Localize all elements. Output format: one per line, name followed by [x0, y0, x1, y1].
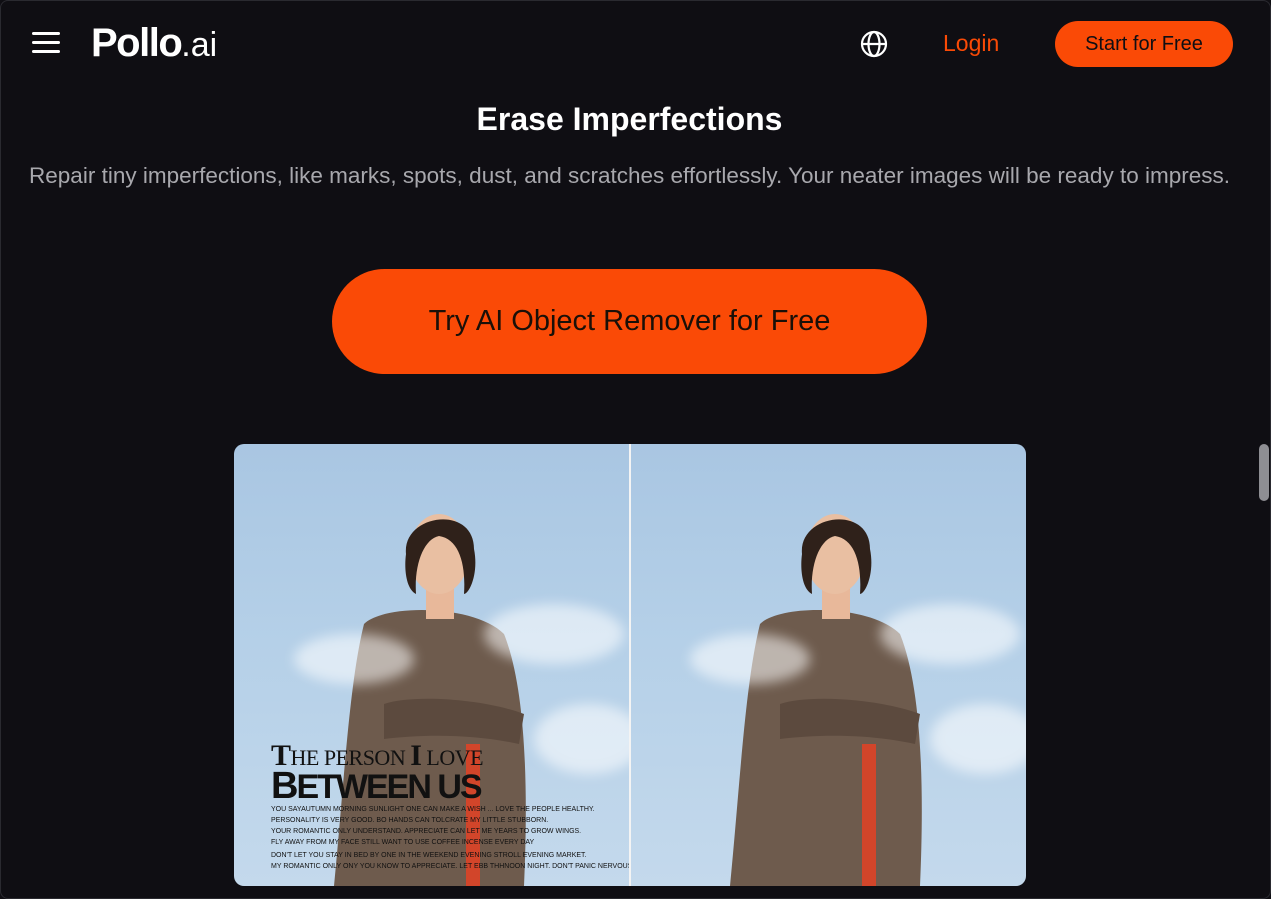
- before-image: THE PERSON I LOVE BETWEEN US YOU SAYAUTU…: [234, 444, 630, 886]
- overlay-text-1: HE PERSON: [290, 745, 411, 770]
- globe-icon[interactable]: [859, 29, 889, 59]
- overlay-small-line: MY ROMANTIC ONLY ONY YOU KNOW TO APPRECI…: [271, 863, 630, 870]
- before-after-comparison[interactable]: THE PERSON I LOVE BETWEEN US YOU SAYAUTU…: [234, 444, 1026, 886]
- overlay-text-3: ETWEEN US: [296, 768, 482, 806]
- scrollbar-thumb[interactable]: [1259, 444, 1269, 501]
- after-image: [630, 444, 1026, 886]
- menu-icon[interactable]: [32, 32, 60, 56]
- section-description: Repair tiny imperfections, like marks, s…: [29, 163, 1230, 188]
- try-object-remover-button[interactable]: Try AI Object Remover for Free: [332, 269, 927, 374]
- overlay-text-2: LOVE: [421, 745, 484, 770]
- comparison-slider-handle[interactable]: [629, 444, 631, 886]
- start-for-free-button[interactable]: Start for Free: [1055, 21, 1233, 67]
- overlay-small-line: PERSONALITY IS VERY GOOD. BO HANDS CAN T…: [271, 817, 549, 824]
- login-link[interactable]: Login: [943, 30, 999, 57]
- logo-suffix: .ai: [181, 26, 218, 64]
- overlay-small-line: YOUR ROMANTIC ONLY UNDERSTAND. APPRECIAT…: [271, 828, 582, 835]
- section-title: Erase Imperfections: [476, 101, 783, 137]
- overlay-small-line: YOU SAYAUTUMN MORNING SUNLIGHT ONE CAN M…: [271, 806, 595, 813]
- overlay-small-line: DON'T LET YOU STAY IN BED BY ONE IN THE …: [271, 852, 587, 859]
- logo-main: Pollo: [91, 21, 183, 65]
- person-figure: [730, 514, 922, 886]
- overlay-cap-b: B: [271, 765, 298, 807]
- top-nav: Pollo.ai Login Start for Free: [1, 1, 1271, 89]
- overlay-small-line: FLY AWAY FROM MY FACE STILL WANT TO USE …: [271, 839, 535, 846]
- logo[interactable]: Pollo.ai: [91, 21, 217, 66]
- text-watermark-overlay: THE PERSON I LOVE BETWEEN US YOU SAYAUTU…: [271, 741, 630, 871]
